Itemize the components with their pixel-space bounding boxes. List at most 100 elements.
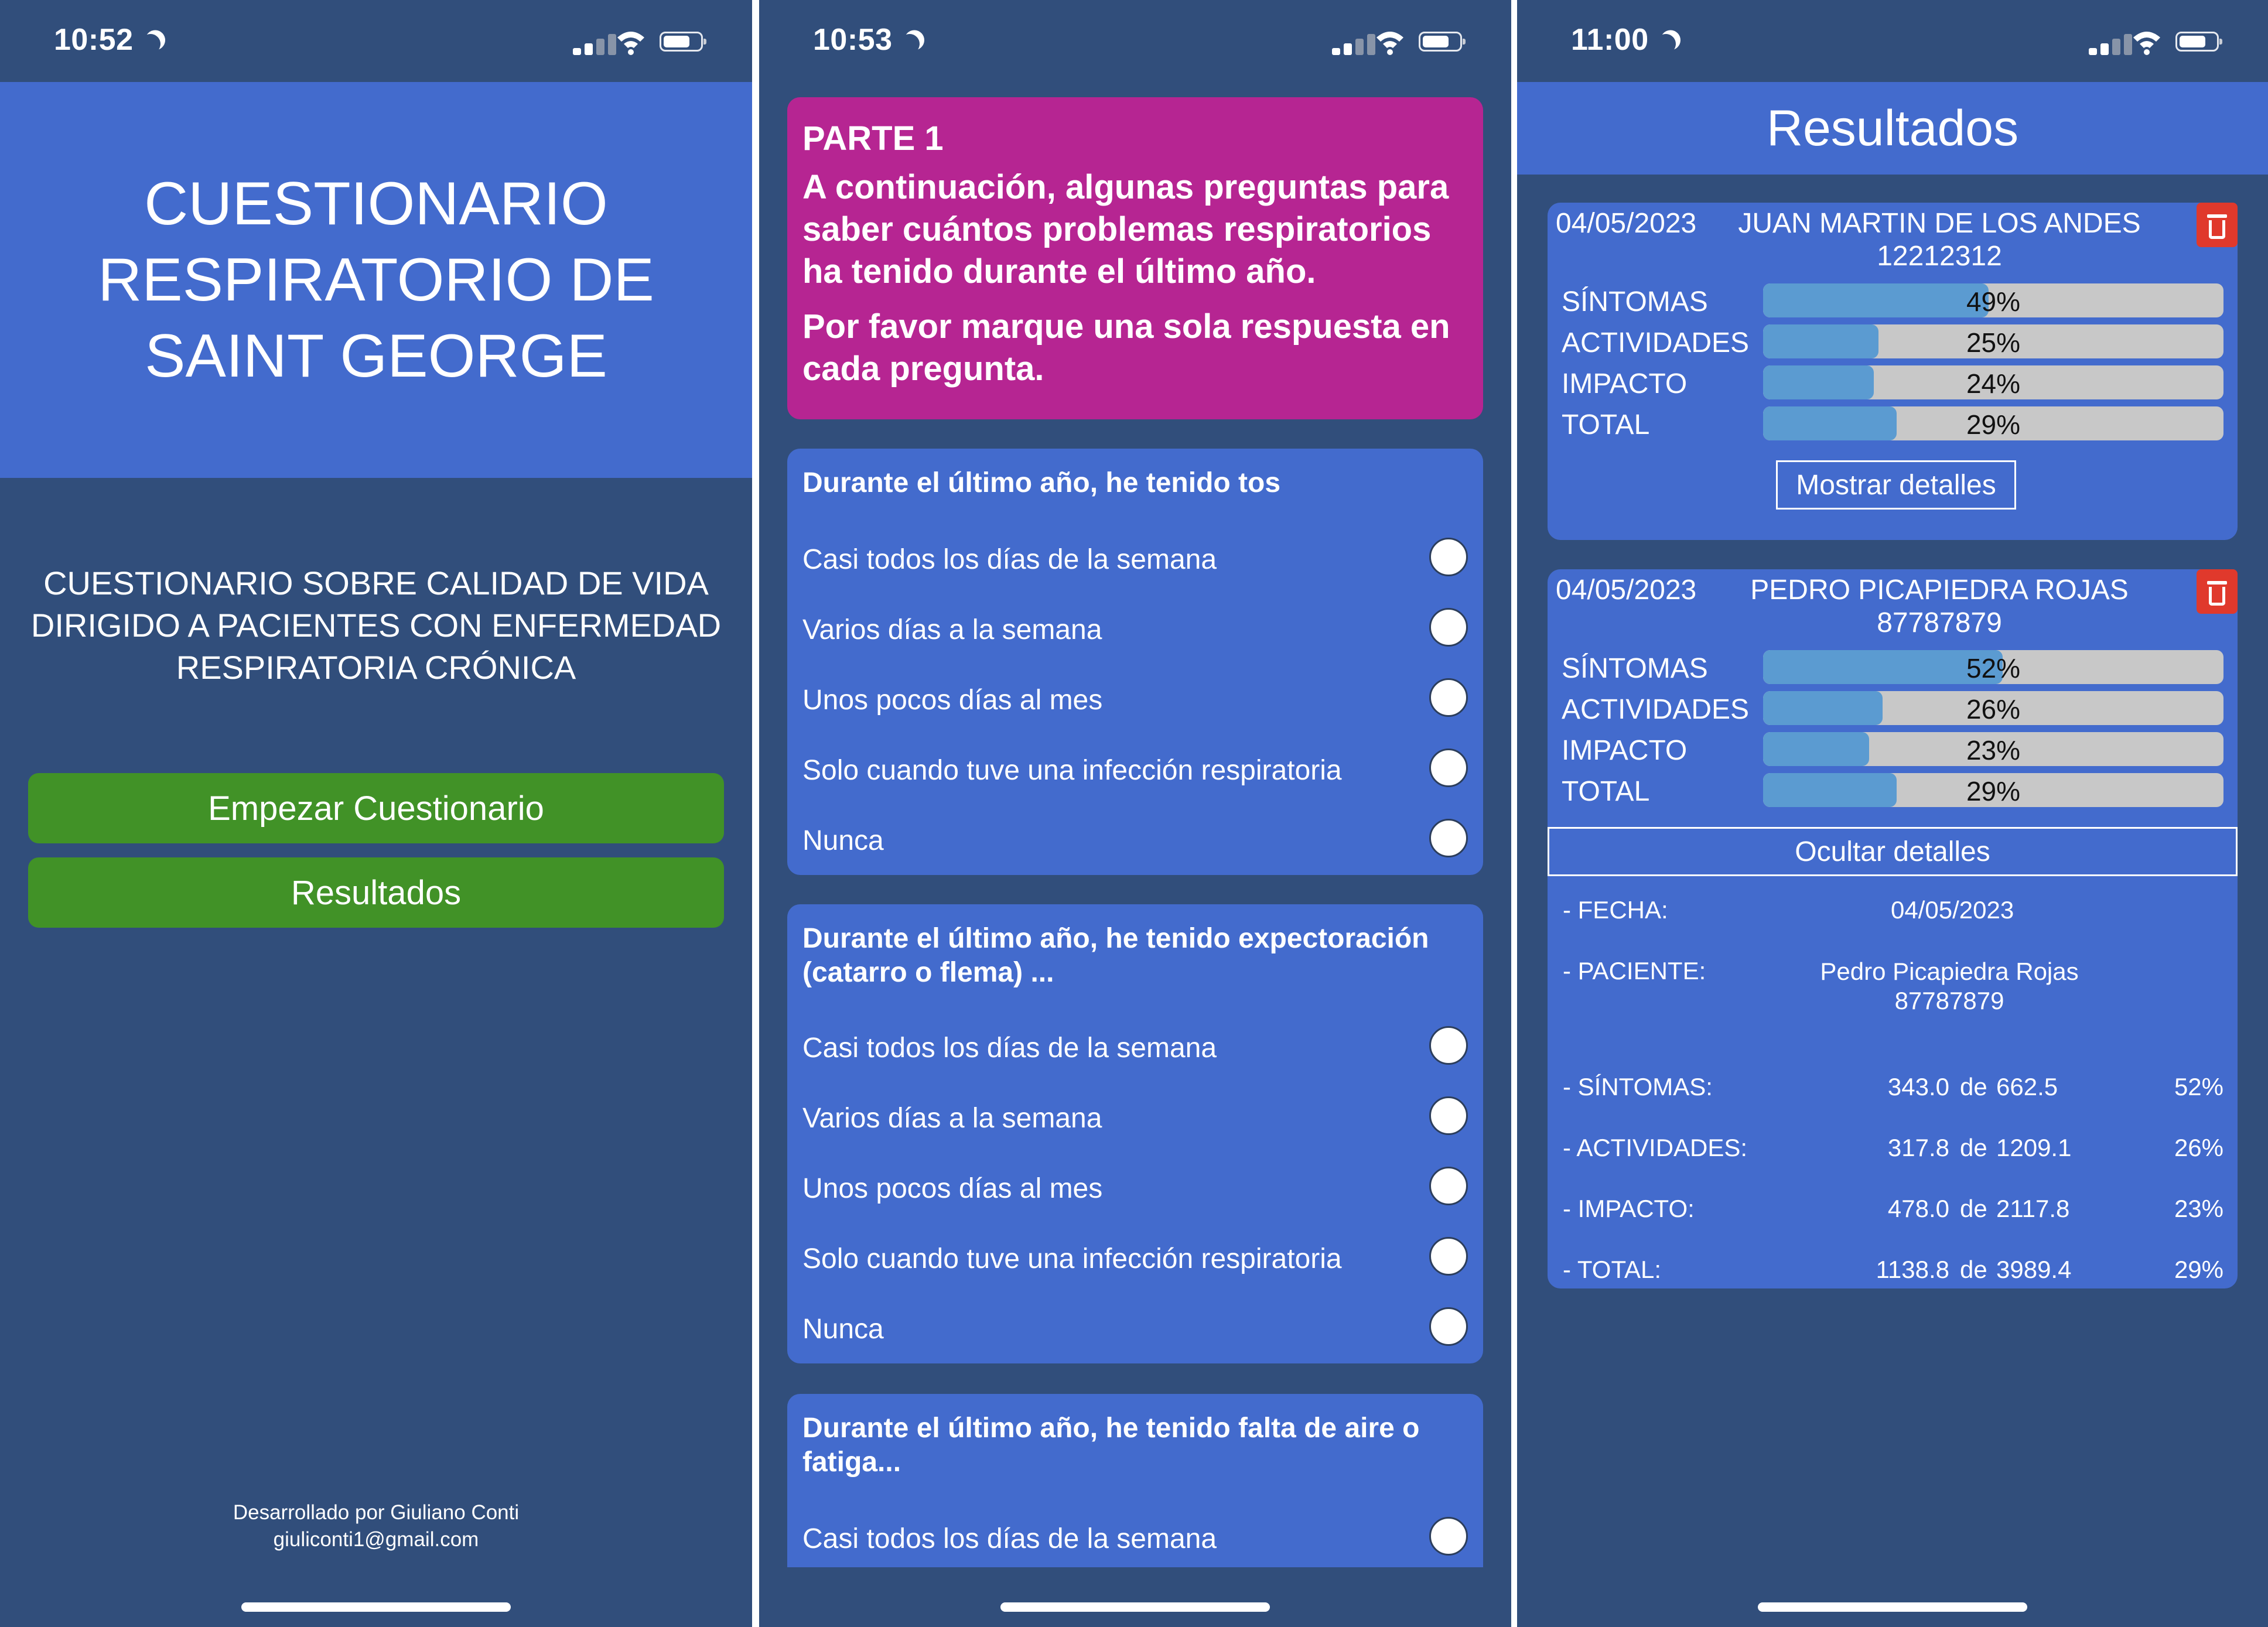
detail-percent: 23%	[2174, 1195, 2223, 1222]
question-title: Durante el último año, he tenido falta d…	[802, 1413, 1420, 1478]
results-button[interactable]: Resultados	[28, 857, 724, 928]
score-bar-row: ACTIVIDADES 25%	[1562, 323, 2223, 360]
status-bar: 10:53	[759, 0, 1511, 82]
home-indicator[interactable]	[1758, 1602, 2027, 1612]
answer-option[interactable]: Solo cuando tuve una infección respirato…	[802, 1230, 1468, 1288]
result-card: 04/05/2023 PEDRO PICAPIEDRA ROJAS 877878…	[1548, 569, 2238, 1288]
question-card: Durante el último año, he tenido expecto…	[787, 904, 1483, 1363]
questionnaire-screen: 10:53 PARTE 1 A continuación, algunas pr…	[759, 0, 1511, 1627]
home-indicator[interactable]	[241, 1602, 511, 1612]
detail-of: de	[1960, 1073, 1987, 1100]
option-label: Unos pocos días al mes	[802, 1173, 1103, 1204]
radio-button[interactable]	[1429, 748, 1468, 787]
show-details-button[interactable]: Mostrar detalles	[1776, 460, 2016, 510]
part-description: A continuación, algunas preguntas para s…	[802, 168, 1449, 290]
detail-patient-name: Pedro Picapiedra Rojas	[1820, 958, 2079, 985]
status-bar: 10:52	[0, 0, 752, 82]
answer-option[interactable]: Casi todos los días de la semana	[802, 1019, 1468, 1078]
results-screen: 11:00 Resultados 04/05/2023 JUAN MARTIN …	[1517, 0, 2268, 1627]
home-indicator[interactable]	[1000, 1602, 1270, 1612]
result-card: 04/05/2023 JUAN MARTIN DE LOS ANDES 1221…	[1548, 203, 2238, 540]
option-label: Solo cuando tuve una infección respirato…	[802, 1243, 1342, 1274]
page-title: Resultados	[1517, 82, 2268, 175]
patient-name: PEDRO PICAPIEDRA ROJAS	[1750, 575, 2129, 606]
answer-option[interactable]: Solo cuando tuve una infección respirato…	[802, 741, 1468, 800]
result-date: 04/05/2023	[1556, 208, 1697, 239]
score-percent: 23%	[1966, 735, 2021, 765]
progress-bar: 25%	[1763, 324, 2223, 358]
answer-option[interactable]: Unos pocos días al mes	[802, 1160, 1468, 1218]
status-bar: 11:00	[1517, 0, 2268, 82]
result-date: 04/05/2023	[1556, 575, 1697, 606]
start-questionnaire-button[interactable]: Empezar Cuestionario	[28, 773, 724, 843]
progress-bar: 29%	[1763, 773, 2223, 807]
score-bar-row: IMPACTO 24%	[1562, 364, 2223, 401]
detail-label: - SÍNTOMAS:	[1563, 1073, 1713, 1100]
detail-label: - PACIENTE:	[1563, 957, 1706, 985]
question-card: Durante el último año, he tenido tos Cas…	[787, 449, 1483, 875]
progress-bar: 24%	[1763, 365, 2223, 399]
radio-button[interactable]	[1429, 678, 1468, 717]
detail-of: de	[1960, 1134, 1987, 1161]
delete-icon[interactable]	[2197, 569, 2238, 614]
detail-max: 1209.1	[1996, 1134, 2072, 1161]
score-percent: 52%	[1966, 653, 2021, 683]
answer-option[interactable]: Unos pocos días al mes	[802, 671, 1468, 730]
score-percent: 29%	[1966, 776, 2021, 806]
radio-button[interactable]	[1429, 819, 1468, 857]
answer-option[interactable]: Casi todos los días de la semana	[802, 531, 1468, 589]
score-label: ACTIVIDADES	[1562, 694, 1750, 725]
part-instructions: Por favor marque una sola respuesta en c…	[802, 307, 1450, 388]
delete-icon[interactable]	[2197, 203, 2238, 247]
detail-max: 3989.4	[1996, 1256, 2072, 1283]
detail-patient-id: 87787879	[1894, 987, 2004, 1014]
patient-id: 12212312	[1877, 241, 2002, 272]
option-label: Casi todos los días de la semana	[802, 1523, 1217, 1554]
detail-score: 478.0	[1887, 1195, 1949, 1222]
detail-label: - FECHA:	[1563, 896, 1668, 924]
patient-name-block: PEDRO PICAPIEDRA ROJAS 87787879	[1712, 574, 2167, 640]
radio-button[interactable]	[1429, 1167, 1468, 1205]
moon-icon	[1654, 33, 1677, 56]
answer-option[interactable]: Nunca	[802, 812, 1468, 870]
answer-option[interactable]: Casi todos los días de la semana	[802, 1510, 1468, 1568]
detail-label: - TOTAL:	[1563, 1256, 1662, 1283]
detail-score: 1138.8	[1876, 1256, 1949, 1283]
score-percent: 24%	[1966, 368, 2021, 399]
answer-option[interactable]: Varios días a la semana	[802, 1089, 1468, 1148]
option-label: Nunca	[802, 825, 884, 856]
home-screen: 10:52 CUESTIONARIO RESPIRATORIO DE SAINT…	[0, 0, 752, 1627]
app-subtitle: CUESTIONARIO SOBRE CALIDAD DE VIDA DIRIG…	[30, 565, 722, 686]
detail-label: - IMPACTO:	[1563, 1195, 1695, 1222]
score-label: TOTAL	[1562, 409, 1650, 440]
answer-option[interactable]: Varios días a la semana	[802, 601, 1468, 659]
score-bar-row: IMPACTO 23%	[1562, 731, 2223, 767]
detail-patient-value: Pedro Picapiedra Rojas 87787879	[1785, 957, 2113, 1016]
signal-icon	[1332, 34, 1380, 55]
radio-button[interactable]	[1429, 1307, 1468, 1346]
detail-label: - ACTIVIDADES:	[1563, 1134, 1748, 1161]
radio-button[interactable]	[1429, 538, 1468, 576]
detail-of: de	[1960, 1195, 1987, 1222]
radio-button[interactable]	[1429, 1237, 1468, 1276]
app-title-banner: CUESTIONARIO RESPIRATORIO DE SAINT GEORG…	[0, 82, 752, 478]
score-bar-row: ACTIVIDADES 26%	[1562, 690, 2223, 726]
score-percent: 49%	[1966, 286, 2021, 317]
radio-button[interactable]	[1429, 608, 1468, 647]
answer-option[interactable]: Nunca	[802, 1300, 1468, 1359]
detail-percent: 26%	[2174, 1134, 2223, 1161]
developer-email: giuliconti1@gmail.com	[273, 1528, 479, 1551]
score-bar-row: SÍNTOMAS 52%	[1562, 649, 2223, 685]
wifi-icon	[1376, 32, 1403, 55]
score-percent: 29%	[1966, 409, 2021, 440]
score-percent: 25%	[1966, 327, 2021, 358]
radio-button[interactable]	[1429, 1026, 1468, 1065]
radio-button[interactable]	[1429, 1517, 1468, 1556]
question-title: Durante el último año, he tenido expecto…	[802, 923, 1429, 988]
moon-icon	[139, 33, 162, 56]
score-label: SÍNTOMAS	[1562, 653, 1708, 684]
score-label: SÍNTOMAS	[1562, 286, 1708, 317]
radio-button[interactable]	[1429, 1096, 1468, 1135]
score-label: IMPACTO	[1562, 735, 1688, 766]
hide-details-button[interactable]: Ocultar detalles	[1548, 827, 2238, 876]
